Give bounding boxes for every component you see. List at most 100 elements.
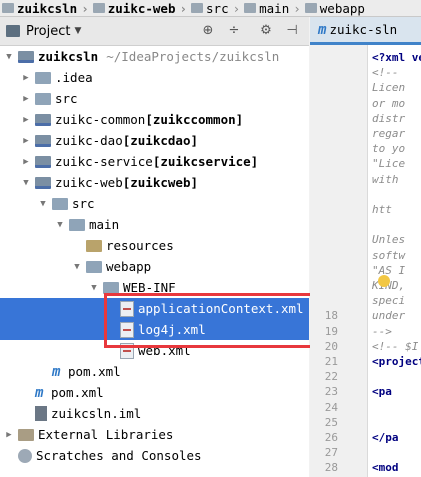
tree-item-label: zuikcsln.iml: [51, 406, 142, 421]
tree-item-label: External Libraries: [38, 427, 174, 442]
tree-item[interactable]: ▶ zuikc-service [zuikcservice]: [0, 151, 309, 172]
tree-item-label: resources: [106, 238, 174, 253]
tree-item[interactable]: ▼ zuikc-web [zuikcweb]: [0, 172, 309, 193]
lightbulb-icon[interactable]: [378, 275, 390, 287]
chevron-right-icon[interactable]: ▶: [21, 136, 31, 146]
folder-icon: [35, 71, 51, 84]
tree-item[interactable]: ▼ main: [0, 214, 309, 235]
chevron-down-icon[interactable]: ▼: [72, 262, 82, 272]
folder-icon: [35, 92, 51, 105]
chevron-right-icon[interactable]: ▶: [4, 430, 14, 440]
chevron-down-icon[interactable]: ▼: [89, 283, 99, 293]
breadcrumb-item[interactable]: zuikc-web ›: [91, 1, 189, 16]
iml-file-icon: [35, 406, 47, 421]
breadcrumb-item[interactable]: zuikcsln ›: [0, 1, 91, 16]
code-line: </pa: [372, 431, 399, 444]
line-number: 20: [324, 339, 338, 353]
tree-item-label: zuikcsln: [38, 49, 99, 64]
tree-item-label: zuikc-dao: [55, 133, 123, 148]
tree-item-module-name: [zuikccommon]: [145, 112, 244, 127]
folder-icon: [92, 3, 105, 13]
code-line: <mod: [372, 461, 399, 475]
breadcrumb-item[interactable]: src ›: [189, 1, 242, 16]
collapse-icon[interactable]: ÷: [226, 23, 242, 39]
code-line: speci: [372, 294, 406, 308]
tree-item[interactable]: Scratches and Consoles: [0, 445, 309, 466]
breadcrumb-label: webapp: [319, 0, 365, 16]
locate-icon[interactable]: ⊕: [200, 23, 216, 39]
tree-item-label: Scratches and Consoles: [36, 448, 202, 463]
hide-icon[interactable]: ⊣: [284, 23, 300, 39]
folder-icon: [244, 3, 257, 13]
project-tree: ▼ zuikcsln ~/IdeaProjects/zuikcsln ▶ .idea ▶ s…: [0, 46, 309, 477]
breadcrumb-label: main: [259, 0, 290, 16]
folder-icon: [191, 3, 204, 13]
module-folder-icon: [35, 113, 51, 126]
chevron-right-icon[interactable]: ▶: [21, 115, 31, 125]
module-folder-icon: [35, 134, 51, 147]
tree-item[interactable]: m pom.xml: [0, 361, 309, 382]
tree-item[interactable]: ▶ zuikc-dao [zuikcdao]: [0, 130, 309, 151]
code-line: <project: [372, 355, 421, 368]
tree-item[interactable]: ▶ External Libraries: [0, 424, 309, 445]
tree-item-module-name: [zuikcdao]: [122, 133, 198, 148]
chevron-down-icon[interactable]: ▼: [4, 52, 14, 62]
tree-item-label: zuikc-common: [55, 112, 146, 127]
code-editor[interactable]: <?xml ve <!-- Licen or mo distr regar to …: [368, 45, 421, 477]
editor-tab-label: zuikc-sln: [329, 22, 398, 37]
line-number: 24: [324, 400, 338, 414]
breadcrumb-item[interactable]: webapp: [303, 1, 367, 16]
chevron-right-icon[interactable]: ▶: [21, 94, 31, 104]
breadcrumb-separator: ›: [232, 0, 241, 16]
tree-item-label: main: [89, 217, 120, 232]
tree-item-label: src: [55, 91, 78, 106]
tree-item[interactable]: ▼ webapp: [0, 256, 309, 277]
tree-item-label: zuikc-web: [55, 175, 123, 190]
tree-item[interactable]: resources: [0, 235, 309, 256]
code-line: or mo: [372, 96, 406, 110]
maven-icon: m: [318, 21, 327, 38]
breadcrumb-label: zuikc-web: [107, 0, 176, 16]
code-line: "AS I: [372, 263, 406, 277]
gear-icon[interactable]: ⚙: [258, 23, 274, 39]
folder-icon: [69, 218, 85, 231]
tree-item[interactable]: m pom.xml: [0, 382, 309, 403]
breadcrumb-item[interactable]: main ›: [242, 1, 303, 16]
editor-tab[interactable]: m zuikc-sln: [310, 17, 421, 45]
chevron-down-icon[interactable]: ▼: [38, 199, 48, 209]
code-line: -->: [372, 324, 392, 338]
code-line: with: [372, 172, 399, 186]
tree-item[interactable]: zuikcsln.iml: [0, 403, 309, 424]
code-line: <!-- $I: [372, 339, 419, 353]
line-number: 22: [324, 370, 338, 384]
library-icon: [18, 428, 34, 441]
chevron-down-icon[interactable]: ▼: [21, 178, 31, 188]
chevron-right-icon[interactable]: ▶: [21, 73, 31, 83]
tree-item[interactable]: ▶ src: [0, 88, 309, 109]
tree-item[interactable]: ▶ .idea: [0, 67, 309, 88]
scratches-icon: [18, 448, 32, 463]
code-line: Unles: [372, 233, 406, 247]
project-view-selector[interactable]: Project: [26, 24, 70, 39]
chevron-down-icon[interactable]: ▼: [74, 26, 81, 36]
folder-icon: [2, 3, 14, 13]
tree-item[interactable]: ▶ zuikc-common [zuikccommon]: [0, 109, 309, 130]
module-folder-icon: [35, 176, 51, 189]
chevron-right-icon[interactable]: ▶: [21, 157, 31, 167]
tree-item[interactable]: ▼ src: [0, 193, 309, 214]
code-line: <?xml ve: [372, 51, 421, 64]
line-number: 28: [324, 461, 338, 475]
module-folder-icon: [18, 50, 34, 63]
tree-item-label: webapp: [106, 259, 152, 274]
line-number: 26: [324, 431, 338, 444]
tree-item-label: pom.xml: [68, 364, 121, 379]
folder-icon: [103, 281, 119, 294]
chevron-down-icon[interactable]: ▼: [55, 220, 65, 230]
tree-item[interactable]: ▼ zuikcsln ~/IdeaProjects/zuikcsln: [0, 46, 309, 67]
line-number: 25: [324, 415, 338, 429]
code-line: regar: [372, 127, 406, 140]
line-number: 27: [324, 446, 338, 460]
breadcrumb-label: zuikcsln: [17, 0, 78, 16]
breadcrumb-separator: ›: [81, 0, 89, 16]
tree-item-path: ~/IdeaProjects/zuikcsln: [106, 49, 280, 64]
